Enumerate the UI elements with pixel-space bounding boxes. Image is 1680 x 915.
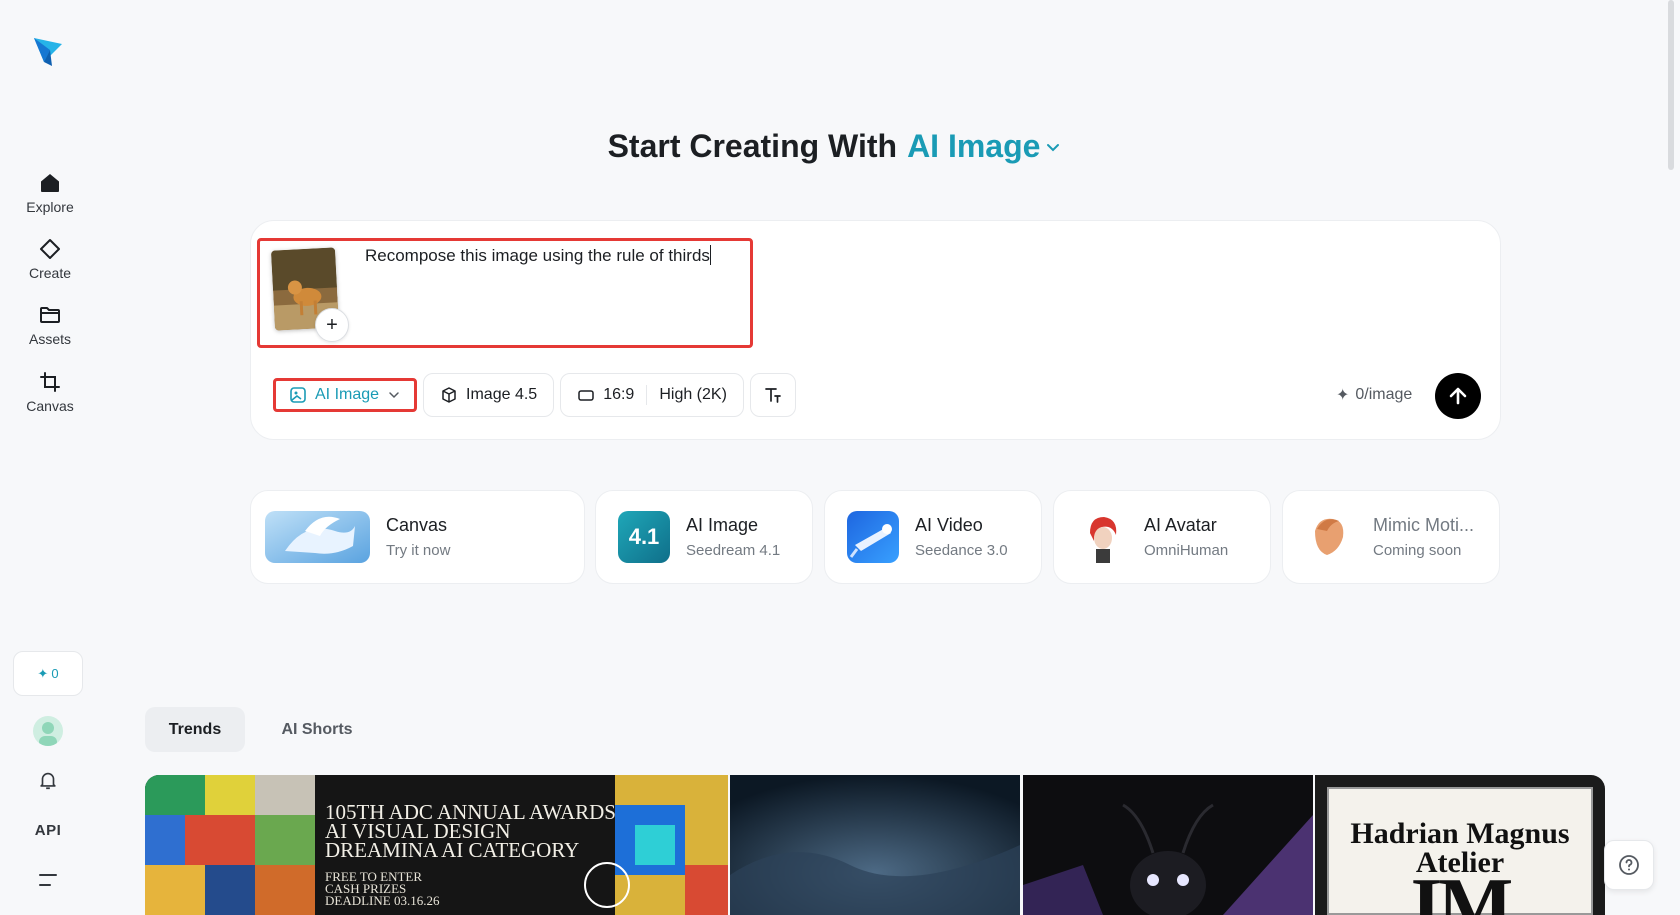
gallery-tile[interactable]: Hadrian Magnus Atelier IM (1315, 775, 1605, 915)
sidebar-item-label: Explore (26, 199, 74, 215)
feature-card-ai-avatar[interactable]: AI Avatar OmniHuman (1053, 490, 1271, 584)
page-title: Start Creating With AI Image (0, 128, 1680, 165)
folder-icon (40, 307, 60, 323)
mode-selector-title[interactable]: AI Image (907, 128, 1062, 165)
help-button[interactable] (1604, 840, 1654, 890)
image-generate-icon (290, 387, 306, 403)
home-icon (41, 174, 59, 192)
sparkle-icon: ✦ (37, 665, 49, 681)
sidebar-item-label: Assets (28, 331, 71, 347)
text-style-button[interactable] (749, 373, 796, 417)
sidebar-item-assets[interactable]: Assets (10, 295, 90, 355)
help-icon (1619, 855, 1639, 875)
feature-subtitle: Coming soon (1373, 542, 1462, 559)
cost-indicator: ✦ 0/image (1336, 385, 1412, 405)
poster: Hadrian Magnus Atelier IM (1327, 787, 1593, 915)
prompt-toolbar: AI Image Image 4.5 16:9 High (2K) (273, 373, 796, 417)
mimic-motion-thumbnail (1305, 511, 1357, 563)
sidebar-item-explore[interactable]: Explore (10, 163, 90, 223)
app-logo[interactable] (30, 32, 66, 68)
diamond-icon (40, 239, 60, 259)
sidebar-item-create[interactable]: Create (10, 229, 90, 289)
mode-dropdown[interactable]: AI Image (273, 378, 418, 412)
ratio-label: 16:9 (603, 386, 635, 403)
feature-subtitle: Try it now (386, 542, 451, 559)
chevron-down-icon (1047, 143, 1060, 151)
model-selector[interactable]: Image 4.5 (423, 373, 555, 417)
sidebar-item-canvas[interactable]: Canvas (10, 362, 90, 422)
text-caret (709, 245, 711, 265)
feature-name: AI Video (915, 515, 983, 535)
menu-icon[interactable] (30, 865, 66, 895)
text-format-icon (765, 388, 781, 403)
ratio-quality-selector[interactable]: 16:9 High (2K) (560, 373, 744, 417)
feature-subtitle: OmniHuman (1144, 542, 1229, 559)
chevron-down-icon (389, 392, 399, 399)
tab-trends[interactable]: Trends (145, 707, 245, 752)
award-details: FREE TO ENTER CASH PRIZES DEADLINE 03.16… (325, 869, 440, 908)
poster-title: Hadrian Magnus (1350, 817, 1570, 850)
arrow-up-icon (1449, 387, 1467, 405)
feature-card-ai-image[interactable]: 4.1 AI Image Seedream 4.1 (595, 490, 813, 584)
award-title: 105TH ADC ANNUAL AWARDS AI VISUAL DESIGN… (325, 800, 616, 862)
gallery-tile[interactable] (730, 775, 1020, 915)
feature-subtitle: Seedream 4.1 (686, 542, 781, 559)
credits-badge[interactable]: ✦ 0 (13, 651, 83, 696)
aspect-ratio-icon (578, 390, 594, 401)
prompt-textarea[interactable]: Recompose this image using the rule of t… (365, 245, 735, 267)
feature-subtitle: Seedance 3.0 (915, 542, 1008, 559)
notification-bell-icon[interactable] (30, 765, 66, 795)
canvas-thumbnail (265, 511, 370, 563)
ai-avatar-thumbnail (1076, 511, 1128, 563)
feature-card-canvas[interactable]: Canvas Try it now (250, 490, 585, 584)
title-prefix: Start Creating With (607, 128, 898, 164)
model-label: Image 4.5 (466, 386, 538, 403)
cube-icon (442, 387, 456, 403)
title-accent: AI Image (907, 128, 1041, 164)
feature-card-ai-video[interactable]: AI Video Seedance 3.0 (824, 490, 1042, 584)
sidebar-item-label: Canvas (26, 398, 74, 414)
avatar[interactable] (33, 716, 63, 746)
feature-name: Canvas (386, 515, 448, 535)
credits-count: 0 (51, 666, 59, 681)
mode-label: AI Image (315, 386, 380, 403)
api-link[interactable]: API (30, 815, 66, 845)
divider (646, 385, 648, 405)
gallery-tile[interactable] (1023, 775, 1313, 915)
gallery-tile[interactable]: 105TH ADC ANNUAL AWARDS AI VISUAL DESIGN… (145, 775, 728, 915)
feature-name: AI Avatar (1144, 515, 1217, 535)
prompt-card: + Recompose this image using the rule of… (250, 220, 1501, 440)
sidebar-item-label: Create (28, 265, 72, 281)
ai-video-thumbnail (847, 511, 899, 563)
quality-label: High (2K) (659, 386, 727, 403)
ai-image-thumbnail: 4.1 (618, 511, 670, 563)
poster-monogram: IM (1410, 863, 1514, 915)
add-image-button[interactable]: + (315, 308, 349, 342)
cost-label: 0/image (1355, 386, 1413, 403)
feature-name: AI Image (686, 515, 759, 535)
version-badge: 4.1 (628, 524, 660, 549)
tab-ai-shorts[interactable]: AI Shorts (262, 707, 372, 752)
prompt-text-value: Recompose this image using the rule of t… (365, 246, 710, 265)
feature-name: Mimic Moti... (1373, 515, 1474, 535)
crop-icon (40, 372, 60, 392)
send-button[interactable] (1435, 373, 1481, 419)
feature-card-mimic-motion[interactable]: Mimic Moti... Coming soon (1282, 490, 1500, 584)
sparkle-icon: ✦ (1336, 387, 1350, 404)
